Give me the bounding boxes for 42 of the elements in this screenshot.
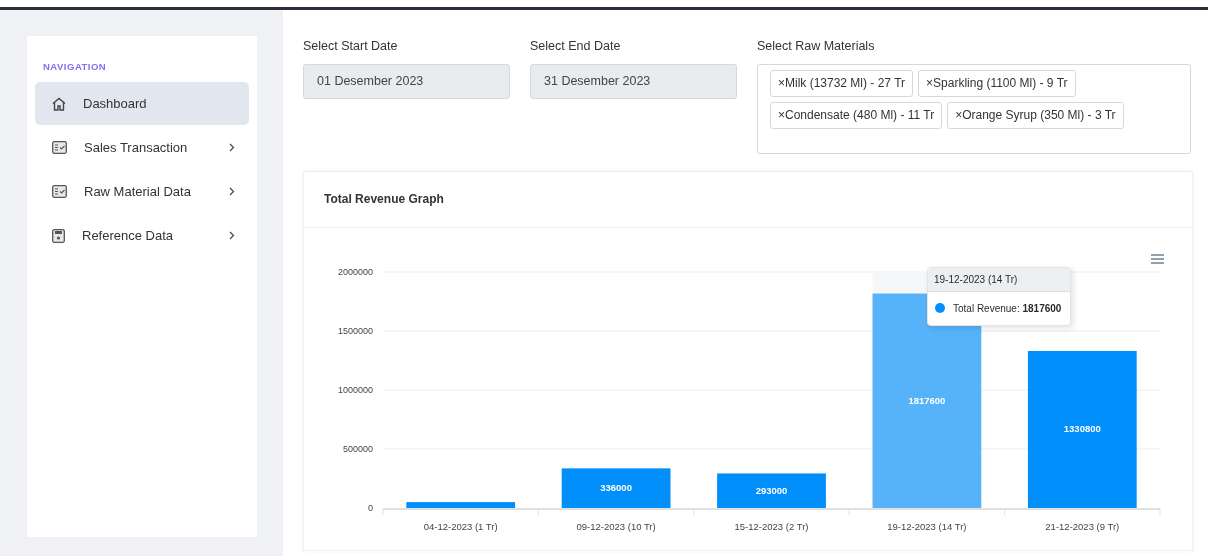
bar-value-label: 1330800 <box>1063 423 1101 435</box>
field-label: Select Raw Materials <box>757 38 875 55</box>
y-axis-label: 1500000 <box>337 325 373 336</box>
sidebar-heading: NAVIGATION <box>43 60 107 74</box>
tooltip-value: Total Revenue: 1817600 <box>953 301 1062 316</box>
field-label: Select Start Date <box>303 38 398 55</box>
sidebar-item[interactable]: Raw Material Data <box>35 170 249 214</box>
field-label: Select End Date <box>530 38 621 55</box>
x-axis-label: 09-12-2023 (10 Tr) <box>576 520 656 532</box>
y-axis-label: 1000000 <box>337 384 373 395</box>
material-tag[interactable]: ×Condensate (480 Ml) - 11 Tr <box>770 101 943 129</box>
x-axis-label: 15-12-2023 (2 Tr) <box>734 520 809 532</box>
sidebar-item[interactable]: Sales Transaction <box>35 126 249 170</box>
checklist-icon <box>52 185 67 199</box>
material-tag[interactable]: ×Orange Syrup (350 Ml) - 3 Tr <box>947 101 1124 129</box>
save-icon <box>52 228 65 243</box>
material-tag[interactable]: ×Sparkling (1100 Ml) - 9 Tr <box>918 69 1076 97</box>
y-axis-label: 2000000 <box>337 266 373 277</box>
x-axis-label: 04-12-2023 (1 Tr) <box>423 520 498 532</box>
sidebar-item[interactable]: Reference Data <box>35 214 249 258</box>
start-date-field[interactable]: 01 Desember 2023 <box>303 63 510 99</box>
bar-value-label: 336000 <box>600 481 632 493</box>
revenue-bar[interactable] <box>406 501 516 508</box>
y-axis-label: 0 <box>368 502 373 513</box>
tooltip-title: 19-12-2023 (14 Tr) <box>928 267 1070 292</box>
revenue-bar[interactable] <box>717 473 826 508</box>
revenue-bar[interactable] <box>1027 350 1137 508</box>
y-axis-label: 500000 <box>342 443 373 454</box>
revenue-bar[interactable] <box>561 468 671 508</box>
checklist-icon <box>52 141 67 155</box>
raw-materials-select[interactable]: ×Milk (13732 Ml) - 27 Tr ×Sparkling (1100 Ml) - 9 Tr ×Condensate (480 Ml) - 11 Tr ×Orange Syrup (350 Ml) - 3 Tr <box>757 63 1191 154</box>
menu-icon[interactable] <box>1150 254 1165 264</box>
material-tag[interactable]: ×Milk (13732 Ml) - 27 Tr <box>770 69 914 97</box>
x-axis-label: 21-12-2023 (9 Tr) <box>1045 520 1120 532</box>
series-dot <box>935 303 945 314</box>
x-axis-label: 19-12-2023 (14 Tr) <box>887 520 967 532</box>
card-title: Total Revenue Graph <box>324 191 444 209</box>
end-date-field[interactable]: 31 Desember 2023 <box>530 63 737 99</box>
bar-value-label: 1817600 <box>908 394 946 406</box>
home-icon <box>52 96 66 111</box>
bar-value-label: 293000 <box>755 484 788 496</box>
sidebar-item[interactable]: Dashboard <box>35 82 249 126</box>
